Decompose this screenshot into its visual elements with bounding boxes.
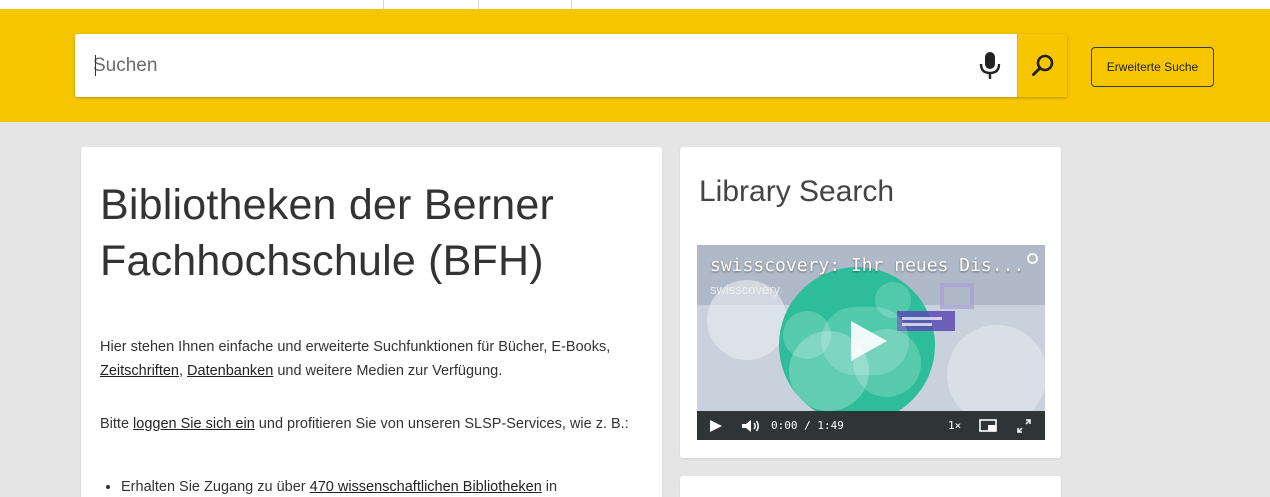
play-icon[interactable] — [709, 411, 723, 440]
login-link[interactable]: loggen Sie sich ein — [133, 416, 255, 432]
databases-link[interactable]: Datenbanken — [187, 363, 273, 379]
channel-logo-icon — [1027, 253, 1038, 264]
list-item: Erhalten Sie Zugang zu über 470 wissensc… — [121, 475, 641, 497]
search-input[interactable] — [93, 34, 953, 97]
search-button[interactable] — [1017, 34, 1067, 97]
volume-icon[interactable] — [741, 411, 761, 440]
advanced-search-button[interactable]: Erweiterte Suche — [1091, 47, 1214, 87]
video-title[interactable]: swisscovery: Ihr neues Dis... — [710, 255, 1024, 276]
services-list: Erhalten Sie Zugang zu über 470 wissensc… — [121, 475, 641, 497]
intro-card: Bibliotheken der Berner Fachhochschule (… — [81, 147, 662, 497]
video-time: 0:00 / 1:49 — [771, 419, 844, 432]
text-caret — [95, 55, 96, 76]
library-search-card: Library Search swisscovery: Ihr neues Di… — [680, 147, 1061, 458]
search-box — [75, 34, 1067, 97]
login-paragraph: Bitte loggen Sie sich ein und profitiere… — [100, 416, 629, 432]
card-title: Library Search — [699, 175, 895, 208]
picture-in-picture-icon[interactable] — [979, 411, 997, 440]
secondary-card — [680, 476, 1061, 497]
page-title: Bibliotheken der Berner Fachhochschule (… — [100, 181, 554, 285]
search-icon — [1032, 54, 1054, 76]
play-button[interactable] — [821, 307, 909, 375]
top-strip — [0, 0, 1270, 9]
video-player[interactable]: swisscovery: Ihr neues Dis... swisscover… — [697, 245, 1045, 440]
microphone-icon[interactable] — [978, 51, 1002, 81]
journals-link[interactable]: Zeitschriften — [100, 363, 179, 379]
fullscreen-icon[interactable] — [1017, 411, 1031, 440]
libraries-link[interactable]: 470 wissenschaftlichen Bibliotheken — [310, 479, 542, 495]
intro-paragraph: Hier stehen Ihnen einfache und erweitert… — [100, 339, 611, 379]
playback-speed-button[interactable]: 1× — [948, 411, 961, 440]
video-channel: swisscovery — [710, 282, 781, 297]
video-controls: 0:00 / 1:49 1× — [697, 411, 1045, 440]
